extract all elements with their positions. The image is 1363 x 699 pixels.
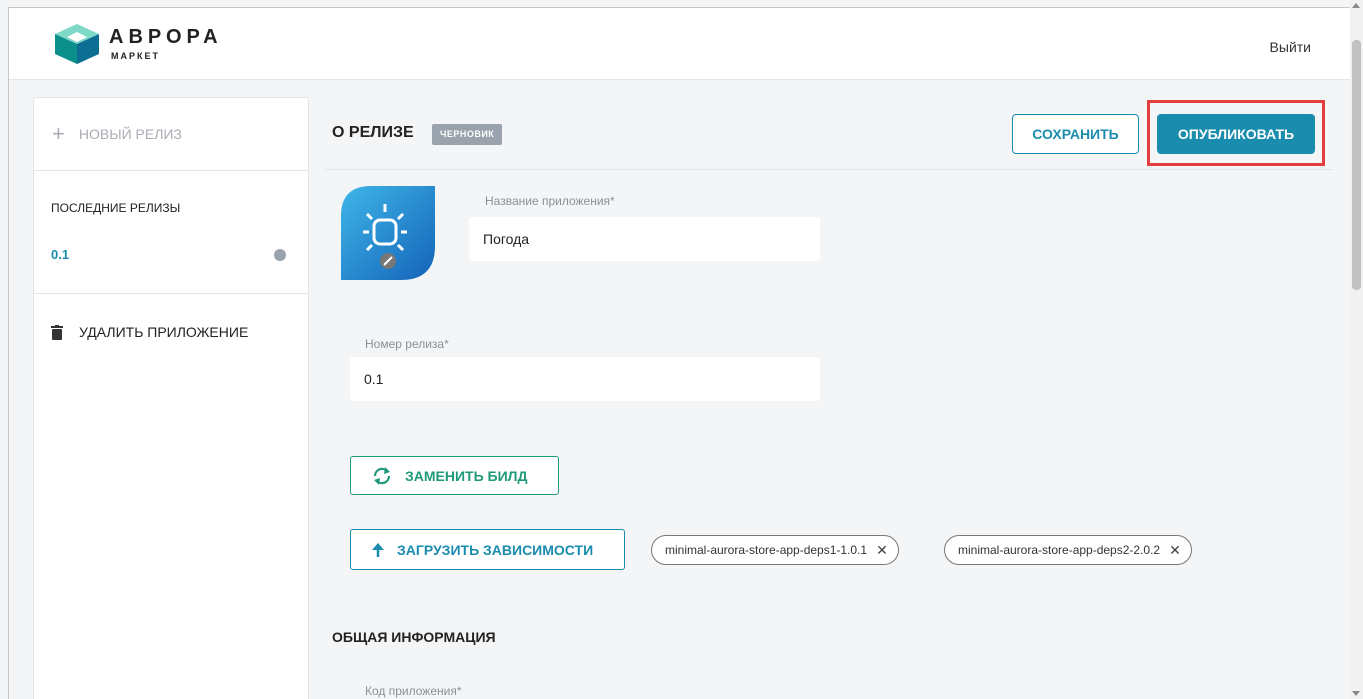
dependency-chip: minimal-aurora-store-app-deps2-2.0.2 ✕ <box>944 535 1192 565</box>
upload-deps-button[interactable]: ЗАГРУЗИТЬ ЗАВИСИМОСТИ <box>350 529 625 570</box>
page-scrollbar[interactable] <box>1350 0 1363 699</box>
delete-app-label: УДАЛИТЬ ПРИЛОЖЕНИЕ <box>79 324 249 340</box>
release-status-dot <box>274 249 286 261</box>
app-name-input[interactable]: Погода <box>469 217 820 261</box>
app-code-label: Код приложения* <box>365 684 462 698</box>
top-bar: АВРОРА МАРКЕТ Выйти <box>9 8 1353 80</box>
replace-build-button[interactable]: ЗАМЕНИТЬ БИЛД <box>350 456 559 495</box>
arrow-up-icon <box>371 542 385 558</box>
sidebar: + НОВЫЙ РЕЛИЗ ПОСЛЕДНИЕ РЕЛИЗЫ 0.1 УДАЛИ… <box>33 97 309 699</box>
recent-releases: ПОСЛЕДНИЕ РЕЛИЗЫ 0.1 <box>34 171 308 294</box>
new-release-label: НОВЫЙ РЕЛИЗ <box>78 126 182 142</box>
general-info-title: ОБЩАЯ ИНФОРМАЦИЯ <box>332 629 496 645</box>
save-button[interactable]: СОХРАНИТЬ <box>1012 114 1139 154</box>
app-name-label: Название приложения* <box>485 194 615 208</box>
publish-button[interactable]: ОПУБЛИКОВАТЬ <box>1157 114 1315 154</box>
dependency-name: minimal-aurora-store-app-deps1-1.0.1 <box>665 543 868 557</box>
dependency-name: minimal-aurora-store-app-deps2-2.0.2 <box>958 543 1161 557</box>
trash-icon <box>51 324 63 340</box>
recent-releases-title: ПОСЛЕДНИЕ РЕЛИЗЫ <box>51 201 181 215</box>
brand-title: АВРОРА <box>109 26 223 48</box>
main-content: О РЕЛИЗЕ ЧЕРНОВИК СОХРАНИТЬ ОПУБЛИКОВАТЬ <box>325 97 1333 699</box>
scroll-down-icon[interactable] <box>1352 691 1360 696</box>
refresh-icon <box>371 466 393 485</box>
status-badge: ЧЕРНОВИК <box>432 124 503 145</box>
delete-app-button[interactable]: УДАЛИТЬ ПРИЛОЖЕНИЕ <box>34 294 308 340</box>
brand-subtitle: МАРКЕТ <box>111 51 160 61</box>
release-item[interactable]: 0.1 <box>51 247 69 262</box>
logout-link[interactable]: Выйти <box>1270 39 1311 55</box>
aurora-logo-icon <box>55 24 99 64</box>
weather-app-icon[interactable] <box>341 186 435 280</box>
replace-build-label: ЗАМЕНИТЬ БИЛД <box>405 467 528 484</box>
remove-icon[interactable]: ✕ <box>1169 542 1181 559</box>
app-window: АВРОРА МАРКЕТ Выйти + НОВЫЙ РЕЛИЗ ПОСЛЕД… <box>8 7 1354 699</box>
scroll-up-icon[interactable] <box>1352 3 1360 8</box>
release-header: О РЕЛИЗЕ ЧЕРНОВИК СОХРАНИТЬ ОПУБЛИКОВАТЬ <box>325 97 1333 170</box>
upload-deps-label: ЗАГРУЗИТЬ ЗАВИСИМОСТИ <box>397 541 594 558</box>
release-number-label: Номер релиза* <box>365 337 449 351</box>
new-release-button[interactable]: + НОВЫЙ РЕЛИЗ <box>34 98 308 171</box>
dependency-chip: minimal-aurora-store-app-deps1-1.0.1 ✕ <box>651 535 899 565</box>
page-title: О РЕЛИЗЕ <box>332 124 414 141</box>
plus-icon: + <box>52 121 65 146</box>
scrollbar-thumb[interactable] <box>1352 40 1361 290</box>
remove-icon[interactable]: ✕ <box>876 542 888 559</box>
release-number-input[interactable]: 0.1 <box>350 357 820 401</box>
